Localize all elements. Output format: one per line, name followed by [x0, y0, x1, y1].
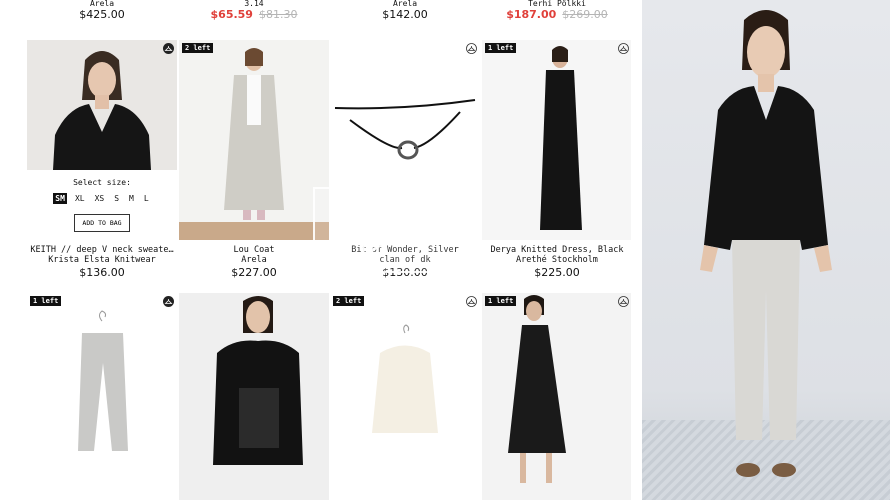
product-brand: Arela — [89, 0, 115, 8]
product-brand[interactable]: Arethé Stockholm — [482, 255, 632, 265]
product-image — [482, 293, 632, 500]
product-card[interactable]: 1 left — [482, 293, 632, 500]
product-image — [179, 40, 329, 240]
product-card[interactable]: 1 left — [482, 40, 632, 240]
product-price: $65.59 $81.30 — [179, 8, 329, 21]
product-brand: Terhi Pölkki — [528, 0, 586, 8]
size-picker: Select size: SM XL XS S M L ADD TO BAG — [27, 170, 177, 240]
original-price: $81.30 — [258, 8, 298, 21]
product-info: Lou Coat Arela $227.00 — [179, 245, 329, 279]
product-price: $142.00 — [382, 8, 428, 21]
size-option-xl[interactable]: XL — [73, 193, 87, 204]
product-brand: 3.14 — [244, 0, 264, 8]
product-image — [27, 293, 177, 500]
product-price: $425.00 — [79, 8, 125, 21]
product-image — [179, 293, 329, 500]
size-option-l[interactable]: L — [142, 193, 151, 204]
product-brand[interactable]: Arela — [179, 255, 329, 265]
product-grid: Arela $425.00 3.14 $65.59 $81.30 Arela $1… — [0, 0, 642, 500]
product-name[interactable]: KEITH // deep V neck sweate… — [27, 245, 177, 255]
size-picker-title: Select size: — [73, 178, 131, 187]
size-option-s[interactable]: S — [112, 193, 121, 204]
sale-price: $65.59 — [210, 8, 253, 21]
stock-badge: 1 left — [485, 296, 517, 306]
product-brand: Arela — [392, 0, 418, 8]
original-price: $269.00 — [562, 8, 608, 21]
size-option-xs[interactable]: XS — [93, 193, 107, 204]
product-name[interactable]: Lou Coat — [179, 245, 329, 255]
product-brand[interactable]: Krista Elsta Knitwear — [27, 255, 177, 265]
product-name[interactable]: Derya Knitted Dress, Black — [482, 245, 632, 255]
product-card[interactable]: 2 left — [330, 293, 480, 500]
video-play-overlay[interactable] — [313, 187, 455, 273]
panel-divider — [631, 0, 642, 500]
stock-badge: 1 left — [485, 43, 517, 53]
product-price: $136.00 — [79, 266, 125, 279]
hanger-icon[interactable] — [618, 296, 629, 307]
play-icon[interactable] — [361, 202, 407, 258]
stock-badge: 1 left — [30, 296, 62, 306]
product-card[interactable]: Select size: SM XL XS S M L ADD TO BAG — [27, 40, 177, 240]
hanger-icon[interactable] — [466, 296, 477, 307]
product-image — [330, 293, 480, 500]
sale-price: $187.00 — [506, 8, 557, 21]
product-price: $225.00 — [534, 266, 580, 279]
hanger-icon[interactable] — [163, 296, 174, 307]
size-option-m[interactable]: M — [127, 193, 136, 204]
product-price: $227.00 — [231, 266, 277, 279]
product-price: $187.00 $269.00 — [482, 8, 632, 21]
product-info: KEITH // deep V neck sweate… Krista Elst… — [27, 245, 177, 279]
hanger-icon[interactable] — [618, 43, 629, 54]
size-options: SM XL XS S M L — [27, 193, 177, 204]
hanger-icon[interactable] — [163, 43, 174, 54]
stock-badge: 2 left — [333, 296, 365, 306]
product-card[interactable]: 2 left — [179, 40, 329, 240]
product-card[interactable] — [179, 293, 329, 500]
product-info: Derya Knitted Dress, Black Arethé Stockh… — [482, 245, 632, 279]
model-figure — [700, 10, 832, 477]
size-option-sm[interactable]: SM — [53, 193, 67, 204]
hero-image — [642, 0, 890, 500]
product-card[interactable]: 1 left — [27, 293, 177, 500]
product-image — [482, 40, 632, 240]
stock-badge: 2 left — [182, 43, 214, 53]
add-to-bag-button[interactable]: ADD TO BAG — [74, 214, 130, 232]
hanger-icon[interactable] — [466, 43, 477, 54]
